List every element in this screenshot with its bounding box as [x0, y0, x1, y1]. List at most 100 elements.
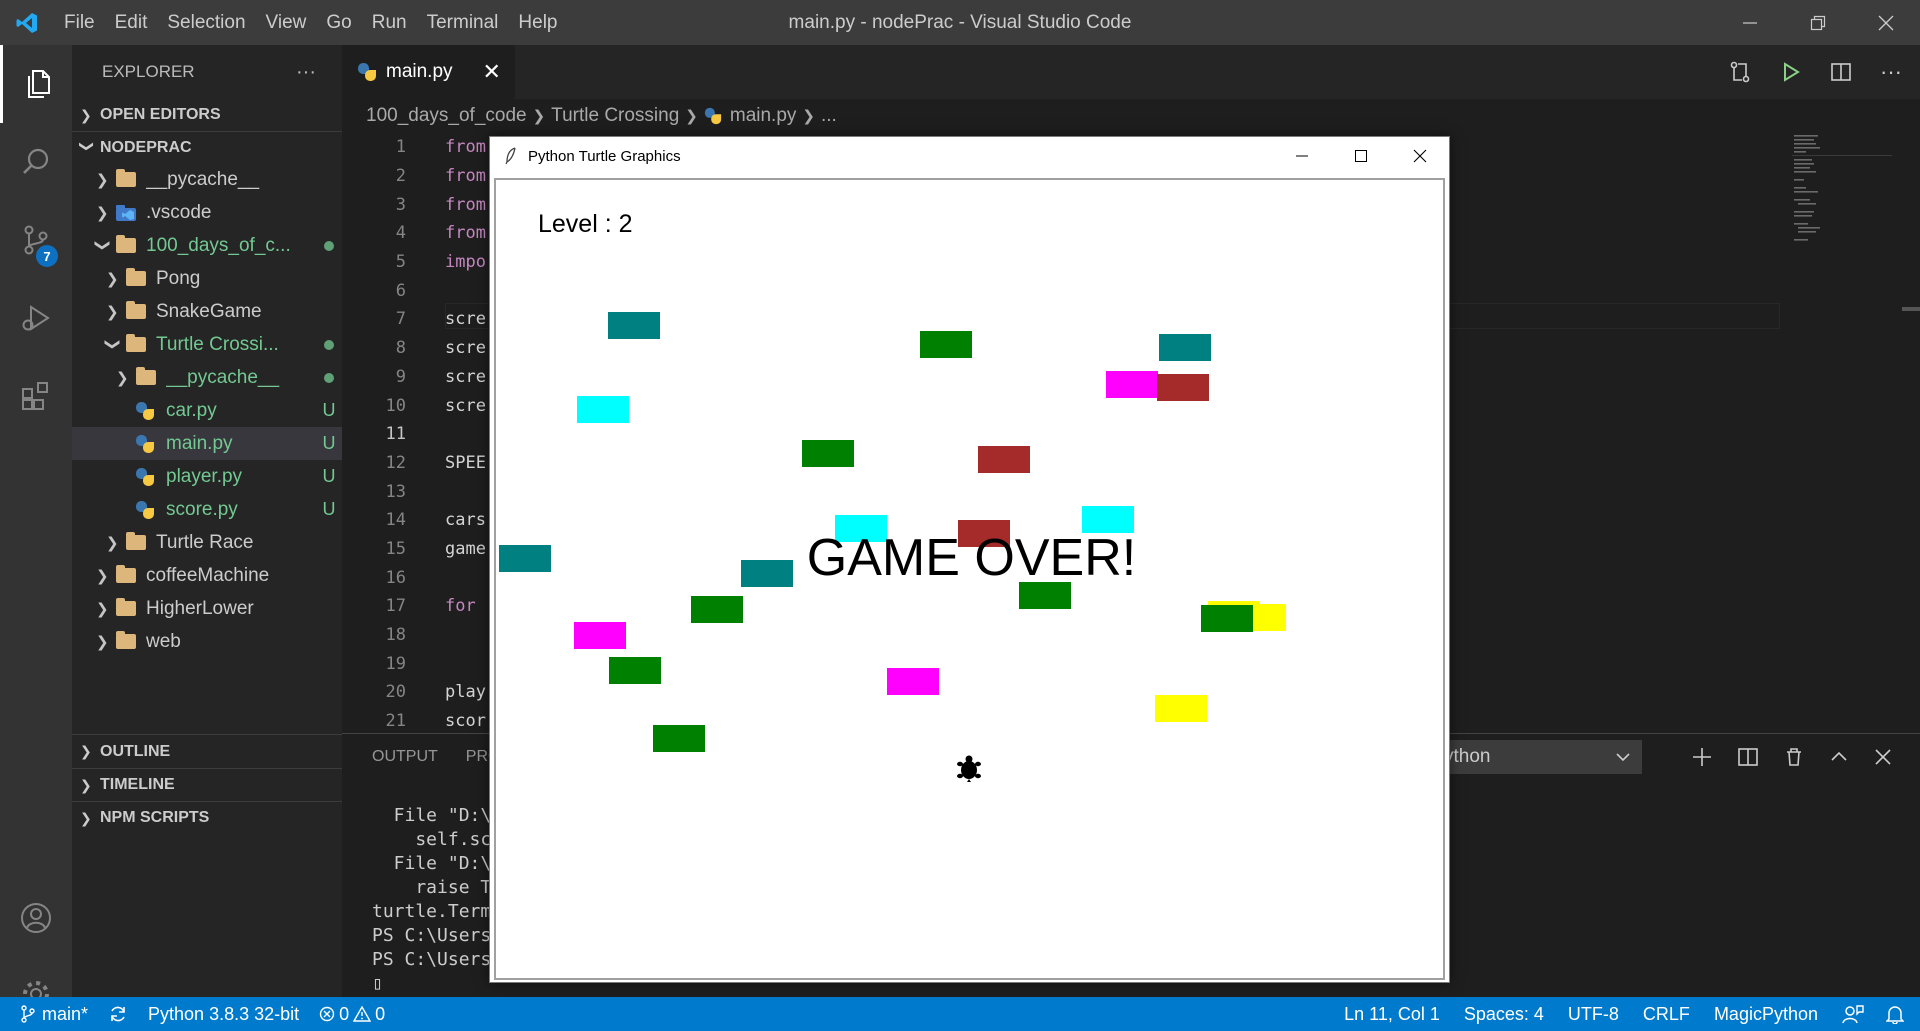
maximize-panel-icon[interactable] — [1830, 748, 1848, 766]
tree-item[interactable]: ❯ Turtle Crossi... — [72, 328, 342, 361]
turtle-close-button[interactable] — [1390, 137, 1449, 175]
restore-button[interactable] — [1784, 0, 1852, 45]
timeline-section[interactable]: ❯ TIMELINE — [72, 768, 342, 801]
workspace-root-section[interactable]: ❯ NODEPRAC — [72, 131, 342, 163]
new-terminal-icon[interactable] — [1692, 747, 1712, 767]
menu-selection[interactable]: Selection — [157, 0, 255, 45]
sync-status[interactable] — [98, 1004, 138, 1024]
bell-icon — [1886, 1006, 1904, 1024]
turtle-minimize-button[interactable] — [1272, 137, 1331, 175]
extensions-activity[interactable] — [0, 357, 72, 435]
folder-icon — [116, 565, 138, 585]
car-brown — [978, 446, 1030, 473]
explorer-title: EXPLORER — [102, 62, 195, 81]
code-text: from — [445, 137, 486, 158]
terminal-line: turtle.Term — [372, 901, 492, 922]
npm-scripts-section[interactable]: ❯ NPM SCRIPTS — [72, 801, 342, 834]
chevron-right-icon: ❯ — [106, 303, 119, 321]
accounts-activity[interactable] — [0, 879, 72, 957]
source-control-activity[interactable]: 7 — [0, 201, 72, 279]
tab-output[interactable]: OUTPUT — [372, 748, 438, 766]
more-actions-button[interactable]: ··· — [296, 61, 316, 84]
menu-file[interactable]: File — [54, 0, 105, 45]
git-status-badge: U — [322, 433, 336, 453]
line-number: 14 — [385, 510, 406, 531]
search-activity[interactable] — [0, 123, 72, 201]
tree-item[interactable]: ❯ 100_days_of_c... — [72, 229, 342, 262]
tree-item[interactable]: score.py U — [72, 493, 342, 526]
breadcrumb: 100_days_of_code ❯ Turtle Crossing ❯ mai… — [342, 99, 1920, 133]
run-debug-activity[interactable] — [0, 279, 72, 357]
tree-item[interactable]: car.py U — [72, 394, 342, 427]
python-file-icon — [136, 500, 158, 519]
menu-edit[interactable]: Edit — [105, 0, 158, 45]
folder-icon — [116, 169, 138, 189]
code-text: from — [445, 166, 486, 187]
minimap[interactable] — [1792, 133, 1892, 243]
open-editors-section[interactable]: ❯ OPEN EDITORS — [72, 99, 342, 131]
code-text: cars — [445, 510, 486, 531]
tree-item[interactable]: ❯ coffeeMachine — [72, 559, 342, 592]
split-editor-icon[interactable] — [1830, 61, 1852, 83]
problems-status[interactable]: 0 0 — [309, 1004, 395, 1025]
tab-main-py[interactable]: main.py ✕ — [342, 45, 515, 99]
tree-item[interactable]: ❯ Turtle Race — [72, 526, 342, 559]
turtle-maximize-button[interactable] — [1331, 137, 1390, 175]
modified-dot-icon — [316, 372, 342, 383]
tree-item[interactable]: player.py U — [72, 460, 342, 493]
breadcrumb-folder[interactable]: 100_days_of_code — [366, 105, 527, 127]
close-tab-icon[interactable]: ✕ — [483, 59, 501, 85]
minimize-button[interactable] — [1716, 0, 1784, 45]
eol-status[interactable]: CRLF — [1631, 1004, 1702, 1025]
menu-bar: File Edit Selection View Go Run Terminal… — [54, 0, 568, 45]
menu-terminal[interactable]: Terminal — [417, 0, 509, 45]
trash-icon[interactable] — [1784, 747, 1804, 767]
tree-item[interactable]: ❯ __pycache__ — [72, 163, 342, 196]
open-changes-icon[interactable] — [1728, 60, 1752, 84]
terminal-output[interactable]: File "D:\ self.sc File "D:\ raise T turtl… — [372, 804, 491, 996]
menu-run[interactable]: Run — [362, 0, 417, 45]
cursor-position-status[interactable]: Ln 11, Col 1 — [1332, 1004, 1452, 1025]
chevron-right-icon: ❯ — [802, 108, 815, 125]
menu-go[interactable]: Go — [316, 0, 361, 45]
tree-item[interactable]: ❯ web — [72, 625, 342, 658]
python-interpreter-status[interactable]: Python 3.8.3 32-bit — [138, 1004, 309, 1025]
notifications-status[interactable] — [1876, 1004, 1920, 1024]
terminal-select[interactable]: ython — [1432, 740, 1642, 774]
breadcrumb-subfolder[interactable]: Turtle Crossing — [551, 105, 679, 127]
scm-badge: 7 — [36, 245, 58, 267]
outline-section[interactable]: ❯ OUTLINE — [72, 734, 342, 768]
editor-scrollbar[interactable] — [1902, 133, 1920, 731]
scroll-thumb[interactable] — [1902, 307, 1920, 311]
chevron-right-icon: ❯ — [96, 171, 109, 189]
indentation-status[interactable]: Spaces: 4 — [1452, 1004, 1556, 1025]
run-file-icon[interactable] — [1780, 61, 1802, 83]
feedback-status[interactable] — [1830, 1004, 1876, 1024]
close-panel-icon[interactable] — [1874, 748, 1892, 766]
more-editor-actions-icon[interactable]: ··· — [1880, 59, 1902, 85]
breadcrumb-file[interactable]: main.py — [730, 105, 797, 127]
line-number: 2 — [395, 166, 406, 187]
close-window-button[interactable] — [1852, 0, 1920, 45]
tree-item[interactable]: ❯ SnakeGame — [72, 295, 342, 328]
title-bar: File Edit Selection View Go Run Terminal… — [0, 0, 1920, 45]
tree-item[interactable]: ❯ HigherLower — [72, 592, 342, 625]
tree-item[interactable]: ❯ Pong — [72, 262, 342, 295]
explorer-activity[interactable] — [0, 45, 72, 123]
turtle-window-titlebar[interactable]: Python Turtle Graphics — [490, 137, 1449, 175]
tree-item-label: 100_days_of_c... — [146, 234, 291, 256]
tree-item[interactable]: ❯ __pycache__ — [72, 361, 342, 394]
editor-tabs: main.py ✕ ··· — [342, 45, 1920, 99]
split-terminal-icon[interactable] — [1738, 747, 1758, 767]
language-mode-status[interactable]: MagicPython — [1702, 1004, 1830, 1025]
turtle-player-icon — [957, 755, 981, 782]
python-file-icon — [136, 434, 158, 453]
tree-item[interactable]: main.py U — [72, 427, 342, 460]
tree-item[interactable]: ❯ .vscode — [72, 196, 342, 229]
breadcrumb-symbol[interactable]: ... — [821, 105, 837, 127]
menu-help[interactable]: Help — [508, 0, 567, 45]
menu-view[interactable]: View — [256, 0, 317, 45]
turtle-canvas: Level : 2 GAME OVER! — [494, 178, 1445, 980]
encoding-status[interactable]: UTF-8 — [1556, 1004, 1631, 1025]
branch-status[interactable]: main* — [0, 1004, 98, 1025]
